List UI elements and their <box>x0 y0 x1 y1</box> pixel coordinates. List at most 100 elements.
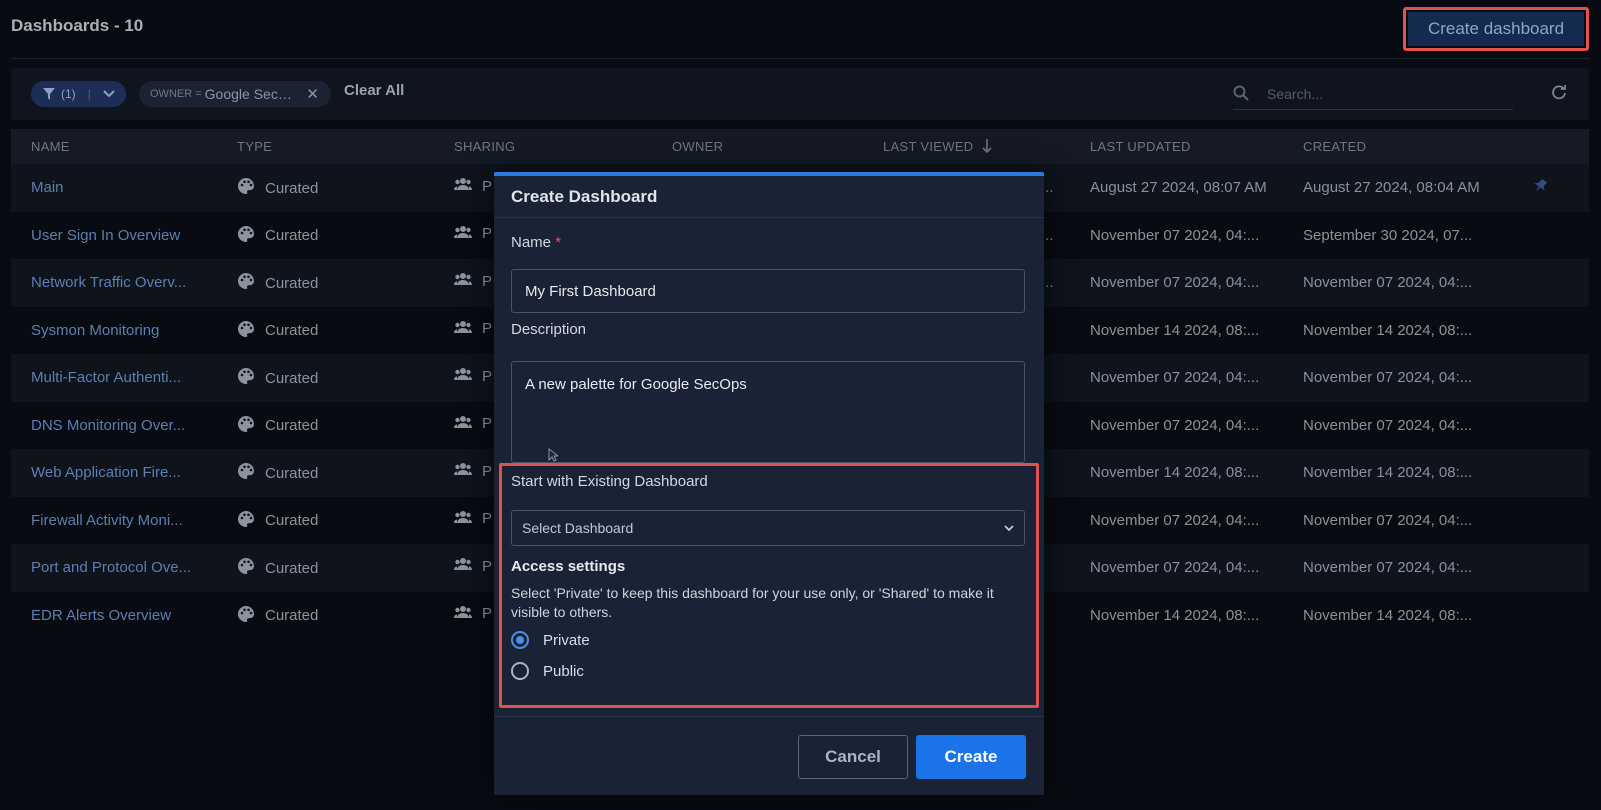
palette-icon <box>237 510 255 532</box>
palette-icon <box>237 605 255 627</box>
dashboard-name-link[interactable]: Web Application Fire... <box>31 464 199 481</box>
create-dashboard-button[interactable]: Create dashboard <box>1408 12 1584 46</box>
type-label: Curated <box>265 559 319 577</box>
palette-icon <box>237 462 255 484</box>
created-cell: September 30 2024, 07... <box>1303 226 1473 244</box>
radio-private-control[interactable] <box>511 631 529 649</box>
group-icon <box>454 272 472 290</box>
col-sharing[interactable]: SHARING <box>454 139 515 154</box>
existing-dashboard-select[interactable]: Select Dashboard <box>511 510 1025 546</box>
palette-icon <box>237 272 255 294</box>
radio-private[interactable]: Private <box>511 631 590 649</box>
sharing-label: P <box>482 320 493 337</box>
dashboard-name-link[interactable]: EDR Alerts Overview <box>31 607 199 624</box>
pin-icon[interactable] <box>1533 178 1548 198</box>
sharing-label: P <box>482 225 493 242</box>
sharing-cell: P <box>454 272 492 290</box>
sharing-cell: P <box>454 177 492 195</box>
dialog-divider <box>494 217 1044 218</box>
col-last-viewed[interactable]: LAST VIEWED <box>883 139 973 154</box>
palette-icon <box>237 415 255 437</box>
col-created[interactable]: CREATED <box>1303 139 1366 154</box>
name-label-text: Name <box>511 234 552 251</box>
sharing-cell: P <box>454 510 492 528</box>
radio-public[interactable]: Public <box>511 662 584 680</box>
col-name[interactable]: NAME <box>31 139 70 154</box>
group-icon <box>454 462 472 480</box>
last-updated-cell: November 14 2024, 08:... <box>1090 321 1260 339</box>
type-cell: Curated <box>237 415 318 437</box>
palette-icon <box>237 177 255 199</box>
dashboard-name-link[interactable]: Firewall Activity Moni... <box>31 512 199 529</box>
created-cell: August 27 2024, 08:04 AM <box>1303 179 1480 196</box>
filter-count: (1) <box>61 87 76 101</box>
last-updated-cell: November 07 2024, 04:... <box>1090 226 1260 244</box>
group-icon <box>454 320 472 338</box>
palette-icon <box>237 225 255 247</box>
sort-arrow-down-icon[interactable] <box>982 138 992 154</box>
description-field[interactable]: A new palette for Google SecOps <box>511 361 1025 463</box>
chip-key: OWNER = <box>150 88 202 100</box>
type-cell: Curated <box>237 367 318 389</box>
created-cell: November 07 2024, 04:... <box>1303 416 1473 434</box>
radio-public-label: Public <box>543 662 584 680</box>
owner-filter-chip[interactable]: OWNER = Google SecOps ✕ <box>139 81 331 107</box>
create-button[interactable]: Create <box>916 735 1026 779</box>
sharing-label: P <box>482 462 493 480</box>
filter-toggle-button[interactable]: (1) | <box>31 81 126 107</box>
col-last-updated[interactable]: LAST UPDATED <box>1090 139 1191 154</box>
create-dashboard-dialog: Create Dashboard Name * Description A ne… <box>494 172 1044 795</box>
type-label: Curated <box>265 227 319 244</box>
sharing-cell: P <box>454 415 492 433</box>
dashboard-name-link[interactable]: User Sign In Overview <box>31 227 199 244</box>
type-cell: Curated <box>237 272 318 294</box>
dashboard-name-link[interactable]: Multi-Factor Authenti... <box>31 369 199 386</box>
sharing-label: P <box>482 367 493 385</box>
sharing-cell: P <box>454 320 492 338</box>
sharing-cell: P <box>454 605 492 623</box>
created-cell: November 07 2024, 04:... <box>1303 369 1473 386</box>
type-cell: Curated <box>237 225 318 247</box>
col-owner[interactable]: OWNER <box>672 139 723 154</box>
chevron-down-icon[interactable] <box>103 90 115 98</box>
name-field[interactable] <box>511 269 1025 313</box>
col-type[interactable]: TYPE <box>237 139 272 154</box>
existing-dashboard-label: Start with Existing Dashboard <box>511 473 708 490</box>
select-value: Select Dashboard <box>522 520 634 536</box>
last-updated-cell: November 07 2024, 04:... <box>1090 511 1260 529</box>
page-title: Dashboards - 10 <box>11 16 144 35</box>
search-input[interactable] <box>1267 85 1487 102</box>
cancel-button[interactable]: Cancel <box>798 735 908 779</box>
sharing-label: P <box>482 510 493 527</box>
dashboard-name-link[interactable]: Sysmon Monitoring <box>31 322 199 339</box>
sharing-label: P <box>482 605 493 622</box>
refresh-icon[interactable] <box>1551 84 1567 100</box>
type-label: Curated <box>265 512 319 529</box>
last-updated-cell: November 07 2024, 04:... <box>1090 274 1260 291</box>
description-label: Description <box>511 321 587 338</box>
last-updated-cell: November 07 2024, 04:... <box>1090 559 1260 576</box>
access-settings-description: Select 'Private' to keep this dashboard … <box>511 585 994 620</box>
dashboard-name-link[interactable]: Network Traffic Overv... <box>31 274 199 291</box>
access-settings-title: Access settings <box>511 558 626 575</box>
search-icon <box>1233 85 1249 101</box>
name-label: Name * <box>511 234 561 251</box>
group-icon <box>454 367 472 385</box>
group-icon <box>454 415 472 433</box>
dashboard-name-link[interactable]: Main <box>31 179 199 196</box>
header-divider <box>11 58 1590 59</box>
mouse-cursor-icon <box>548 448 558 462</box>
type-cell: Curated <box>237 177 318 199</box>
radio-public-control[interactable] <box>511 662 529 680</box>
clear-all-button[interactable]: Clear All <box>344 82 404 99</box>
created-cell: November 14 2024, 08:... <box>1303 464 1473 481</box>
filter-icon <box>43 88 55 100</box>
close-icon[interactable]: ✕ <box>306 85 319 103</box>
dashboard-name-link[interactable]: Port and Protocol Ove... <box>31 559 199 576</box>
group-icon <box>454 177 472 195</box>
last-updated-cell: November 14 2024, 08:... <box>1090 464 1260 481</box>
palette-icon <box>237 367 255 389</box>
dashboard-name-link[interactable]: DNS Monitoring Over... <box>31 417 199 434</box>
group-icon <box>454 510 472 528</box>
footer-divider <box>494 716 1044 717</box>
